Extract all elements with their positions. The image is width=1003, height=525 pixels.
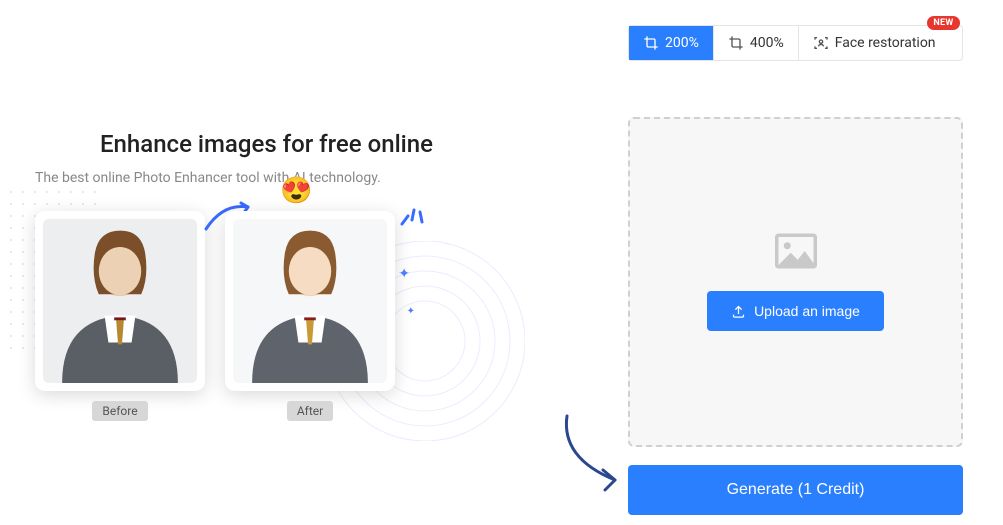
zoom-200-option[interactable]: 200%	[629, 26, 713, 60]
generate-button-label: Generate (1 Credit)	[727, 481, 865, 498]
zoom-400-option[interactable]: 400%	[713, 26, 798, 60]
generate-button[interactable]: Generate (1 Credit)	[628, 465, 963, 515]
sparkle-icon: ✦	[407, 306, 415, 317]
burst-icon	[396, 196, 430, 230]
page-subtitle: The best online Photo Enhancer tool with…	[35, 170, 475, 186]
before-photo	[35, 211, 205, 391]
upload-button[interactable]: Upload an image	[707, 291, 884, 331]
face-scan-icon	[813, 35, 829, 51]
sparkle-icon: ✦	[398, 266, 410, 282]
face-restoration-label: Face restoration	[835, 35, 936, 51]
pointer-arrow-icon	[555, 410, 645, 495]
image-placeholder-icon	[775, 233, 817, 269]
crop-icon	[728, 35, 744, 51]
after-label: After	[287, 401, 333, 421]
face-restoration-option[interactable]: Face restoration NEW	[798, 26, 950, 60]
after-photo	[225, 211, 395, 391]
heart-eyes-emoji-icon: 😍	[280, 176, 312, 206]
crop-icon	[643, 35, 659, 51]
zoom-400-label: 400%	[750, 35, 784, 51]
zoom-200-label: 200%	[665, 35, 699, 51]
upload-dropzone[interactable]: Upload an image	[628, 117, 963, 447]
after-photo-card: ✦ ✦ After	[225, 211, 395, 421]
controls-panel: 200% 400% Face restoration NEW	[628, 25, 963, 515]
before-after-comparison: Before 😍 ✦ ✦	[35, 211, 475, 421]
upload-icon	[731, 304, 746, 319]
new-badge: NEW	[927, 16, 959, 30]
before-photo-card: Before	[35, 211, 205, 421]
upload-button-label: Upload an image	[754, 303, 860, 319]
before-label: Before	[92, 401, 147, 421]
promo-panel: Enhance images for free online The best …	[35, 130, 475, 421]
enhance-options: 200% 400% Face restoration NEW	[628, 25, 963, 61]
page-title: Enhance images for free online	[100, 130, 475, 158]
